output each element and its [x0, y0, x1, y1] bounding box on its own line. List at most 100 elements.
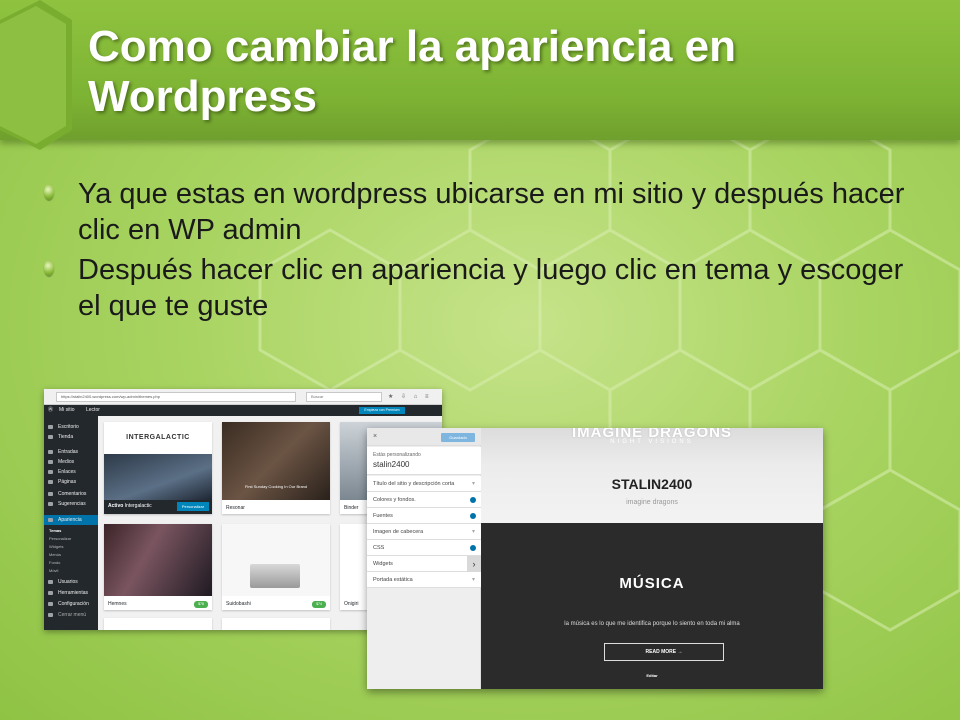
customizer-panel: × Guardado Estás personalizando stalin24…: [367, 428, 481, 689]
menu-item-configuracion[interactable]: Configuración: [44, 599, 98, 609]
preview-tagline: imagine dragons: [626, 499, 678, 506]
section-header-image[interactable]: Imagen de cabecera ▾: [367, 524, 481, 540]
my-site-link[interactable]: Mi sitio: [59, 407, 75, 414]
dashboard-icon: [48, 425, 53, 429]
theme-name: Suidobashi: [226, 601, 251, 607]
section-fonts[interactable]: Fuentes: [367, 508, 481, 524]
edit-dot-icon: [470, 513, 476, 519]
save-button[interactable]: Guardado: [441, 433, 475, 442]
section-static-front-page[interactable]: Portada estática ▾: [367, 572, 481, 588]
wordpress-logo-icon[interactable]: Ⓦ: [48, 407, 53, 414]
chevron-down-icon: ▾: [471, 481, 475, 487]
menu-item-sugerencias[interactable]: Sugerencias: [44, 499, 98, 509]
menu-item-tienda[interactable]: Tienda: [44, 432, 98, 442]
submenu-movil[interactable]: Móvil: [44, 567, 98, 575]
menu-item-usuarios[interactable]: Usuarios: [44, 577, 98, 587]
featured-text: la música es lo que me identifica porque…: [564, 621, 740, 627]
preview-site-title[interactable]: STALIN2400: [481, 476, 823, 492]
media-icon: [48, 460, 53, 464]
title-hexagon-decoration: [0, 0, 72, 150]
bullet-list: Ya que estas en wordpress ubicarse en mi…: [44, 176, 924, 328]
admin-sidebar: Escritorio Tienda Entradas Medios Enlace…: [44, 416, 98, 630]
theme-price-badge: $78: [194, 601, 208, 608]
address-bar[interactable]: https://stalin2400.wordpress.com/wp-admi…: [56, 392, 296, 402]
bullet-text: Ya que estas en wordpress ubicarse en mi…: [78, 178, 905, 246]
menu-item-comentarios[interactable]: Comentarios: [44, 489, 98, 499]
theme-card[interactable]: [222, 618, 330, 630]
page-icon: [48, 480, 53, 484]
pin-icon: [48, 450, 53, 454]
section-css[interactable]: CSS: [367, 540, 481, 556]
section-widgets[interactable]: Widgets ›: [367, 556, 481, 572]
browser-toolbar: https://stalin2400.wordpress.com/wp-admi…: [44, 389, 442, 405]
submenu-widgets[interactable]: Widgets: [44, 543, 98, 551]
menu-item-enlaces[interactable]: Enlaces: [44, 467, 98, 477]
preview-featured-section: MÚSICA la música es lo que me identifica…: [481, 523, 823, 689]
theme-card-hemnes[interactable]: Hemnes $78: [104, 524, 212, 610]
menu-item-herramientas[interactable]: Herramientas: [44, 588, 98, 598]
premium-button[interactable]: Empieza con Premium: [359, 407, 405, 414]
menu-item-paginas[interactable]: Páginas: [44, 477, 98, 487]
menu-item-apariencia[interactable]: Apariencia: [44, 515, 98, 525]
header-brand-subtitle: NIGHT VISIONS: [610, 439, 694, 445]
theme-active-label: Activo Intergalactic: [108, 503, 152, 509]
edit-dot-icon: [470, 497, 476, 503]
bullet-text: Después hacer clic en apariencia y luego…: [78, 254, 904, 322]
theme-preview-caption: First Sunday Cooking In Our Brand: [244, 484, 308, 489]
store-icon: [48, 435, 53, 439]
theme-preview-image: [104, 524, 212, 596]
section-colors[interactable]: Colores y fondos.: [367, 492, 481, 508]
featured-title: MÚSICA: [619, 575, 685, 592]
chevron-down-icon: ▾: [471, 529, 475, 535]
link-icon: [48, 470, 53, 474]
reader-link[interactable]: Lector: [86, 407, 100, 414]
theme-preview-title: INTERGALACTIC: [126, 434, 190, 441]
chevron-down-icon: ▾: [471, 577, 475, 583]
theme-preview-image: [104, 454, 212, 500]
close-icon[interactable]: ×: [373, 432, 377, 441]
theme-card[interactable]: [104, 618, 212, 630]
edit-link[interactable]: Editar: [481, 673, 823, 678]
menu-item-cerrar-menu[interactable]: Cerrar menú: [44, 610, 98, 620]
theme-card-resonar[interactable]: First Sunday Cooking In Our Brand Resona…: [222, 422, 330, 514]
customizing-site-name: stalin2400: [373, 460, 410, 469]
theme-price-badge: $74: [312, 601, 326, 608]
submenu-menus[interactable]: Menús: [44, 551, 98, 559]
bullet-item: Ya que estas en wordpress ubicarse en mi…: [44, 176, 924, 248]
theme-name: Binder: [344, 505, 359, 511]
slide-title: Como cambiar la apariencia en Wordpress: [88, 22, 737, 121]
typewriter-image: [250, 564, 300, 588]
feedback-icon: [48, 502, 53, 506]
submenu-temas[interactable]: Temas: [44, 527, 98, 535]
bullet-item: Después hacer clic en apariencia y luego…: [44, 252, 924, 324]
submenu-fondo[interactable]: Fondo: [44, 559, 98, 567]
chevron-right-icon: ›: [467, 556, 481, 572]
comment-icon: [48, 492, 53, 496]
menu-item-entradas[interactable]: Entradas: [44, 447, 98, 457]
brush-icon: [48, 518, 53, 522]
menu-item-medios[interactable]: Medios: [44, 457, 98, 467]
customize-theme-button[interactable]: Personalizar: [177, 502, 209, 511]
wrench-icon: [48, 591, 53, 595]
theme-name: Resonar: [226, 505, 245, 511]
theme-card-suidobashi[interactable]: Suidobashi $74: [222, 524, 330, 610]
bullet-icon: [44, 260, 54, 276]
browser-tool-icons: ★ ⇩ ⌂ ≡: [388, 394, 432, 400]
customizer-header: × Guardado: [367, 428, 481, 446]
read-more-button[interactable]: READ MORE →: [604, 643, 724, 661]
theme-card-intergalactic[interactable]: INTERGALACTIC Activo Intergalactic Perso…: [104, 422, 212, 514]
menu-item-escritorio[interactable]: Escritorio: [44, 422, 98, 432]
bullet-icon: [44, 184, 54, 200]
customizing-site: Estás personalizando stalin2400: [367, 447, 481, 475]
browser-search-input[interactable]: Buscar: [306, 392, 382, 402]
collapse-icon: [48, 613, 53, 617]
users-icon: [48, 580, 53, 584]
section-site-title[interactable]: Título del sitio y descripción corta ▾: [367, 476, 481, 492]
theme-name: Hemnes: [108, 601, 127, 607]
edit-dot-icon: [470, 545, 476, 551]
submenu-personalizar[interactable]: Personalizar: [44, 535, 98, 543]
preview-header: IMAGINE DRAGONS NIGHT VISIONS STALIN2400…: [481, 428, 823, 523]
settings-icon: [48, 602, 53, 606]
theme-name: Onigiri: [344, 601, 359, 607]
customizer-screenshot: × Guardado Estás personalizando stalin24…: [367, 428, 823, 689]
